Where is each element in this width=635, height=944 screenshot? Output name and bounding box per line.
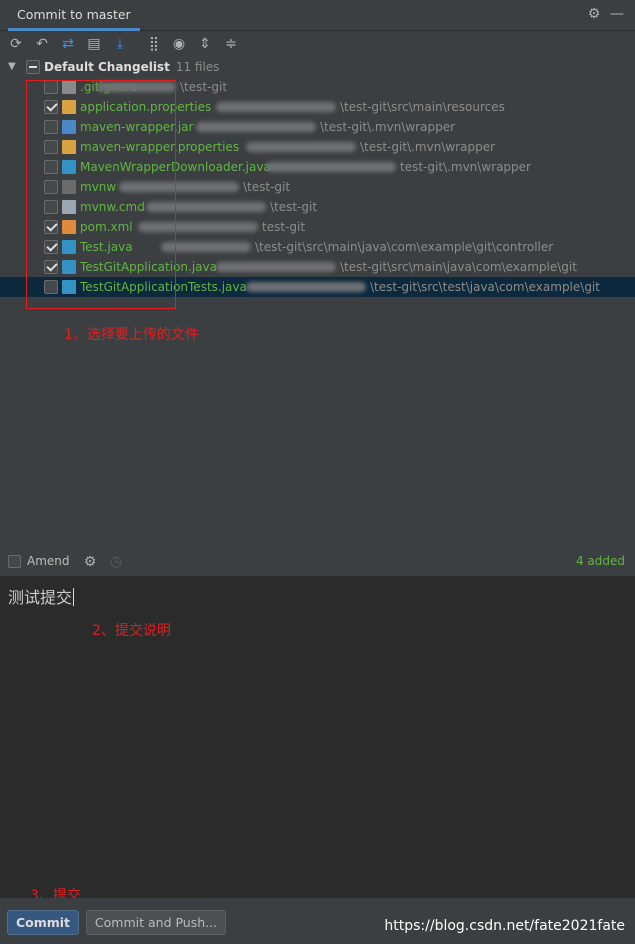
commit-message-field[interactable]: 测试提交 2、提交说明 3、提交 <box>0 576 635 904</box>
file-path: test-git\.mvn\wrapper <box>400 160 531 174</box>
expand-all-icon[interactable]: ⇕ <box>196 35 214 53</box>
title-bar: Commit to master ⚙ — <box>0 0 635 31</box>
watermark: https://blog.csdn.net/fate2021fate <box>384 918 625 934</box>
redacted-path <box>196 122 316 132</box>
file-path: \test-git\src\main\java\com\example\git\… <box>255 240 554 254</box>
chevron-down-icon[interactable]: ▼ <box>8 57 20 77</box>
file-path: \test-git <box>180 80 228 94</box>
redacted-path <box>266 162 396 172</box>
gear-icon[interactable]: ⚙ <box>586 6 602 22</box>
collapse-all-icon[interactable]: ≑ <box>222 35 240 53</box>
file-path: \test-git <box>243 180 291 194</box>
file-path: \test-git\src\test\java\com\example\git <box>370 280 600 294</box>
diff-icon[interactable]: ⇄ <box>59 35 77 53</box>
annotation-step1: 1、选择要上传的文件 <box>64 327 199 343</box>
history-icon[interactable]: ▤ <box>85 35 103 53</box>
redacted-path <box>216 262 336 272</box>
amend-label[interactable]: Amend <box>27 554 70 568</box>
commit-button[interactable]: Commit <box>7 910 79 935</box>
bottom-bar: Commit Commit and Push... https://blog.c… <box>0 898 635 944</box>
amend-checkbox[interactable] <box>8 555 21 568</box>
text-caret <box>73 588 75 606</box>
redacted-path <box>216 102 336 112</box>
file-path: \test-git\.mvn\wrapper <box>360 140 496 154</box>
amend-bar: Amend ⚙ ◷ 4 added <box>0 549 635 575</box>
clock-icon[interactable]: ◷ <box>108 554 124 570</box>
annotation-step2: 2、提交说明 <box>92 623 171 639</box>
changelist-checkbox[interactable] <box>26 60 40 74</box>
file-path: \test-git\src\main\resources <box>340 100 505 114</box>
shelve-icon[interactable]: ⤓ <box>111 35 129 53</box>
redacted-path <box>246 282 366 292</box>
minimize-icon[interactable]: — <box>609 6 625 22</box>
commit-message-text[interactable]: 测试提交 <box>8 584 75 608</box>
rollback-icon[interactable]: ↶ <box>33 35 51 53</box>
changelist-row[interactable]: ▼ Default Changelist 11 files <box>0 57 635 77</box>
file-path: \test-git <box>270 200 318 214</box>
file-path: \test-git\.mvn\wrapper <box>320 120 456 134</box>
commit-and-push-button[interactable]: Commit and Push... <box>86 910 226 935</box>
file-path: \test-git\src\main\java\com\example\git <box>340 260 577 274</box>
annotation-box <box>26 80 176 309</box>
added-status: 4 added <box>575 554 625 568</box>
tab-commit[interactable]: Commit to master <box>8 4 140 31</box>
view-options-icon[interactable]: ◉ <box>170 35 188 53</box>
redacted-path <box>246 142 356 152</box>
commit-options-gear-icon[interactable]: ⚙ <box>82 554 98 570</box>
group-by-icon[interactable]: ⣿ <box>145 35 163 53</box>
commit-toolbar: ⟳ ↶ ⇄ ▤ ⤓ ⣿ ◉ ⇕ ≑ <box>0 31 635 57</box>
refresh-icon[interactable]: ⟳ <box>7 35 25 53</box>
changelist-label: Default Changelist 11 files <box>44 60 220 74</box>
file-path: test-git <box>262 220 306 234</box>
